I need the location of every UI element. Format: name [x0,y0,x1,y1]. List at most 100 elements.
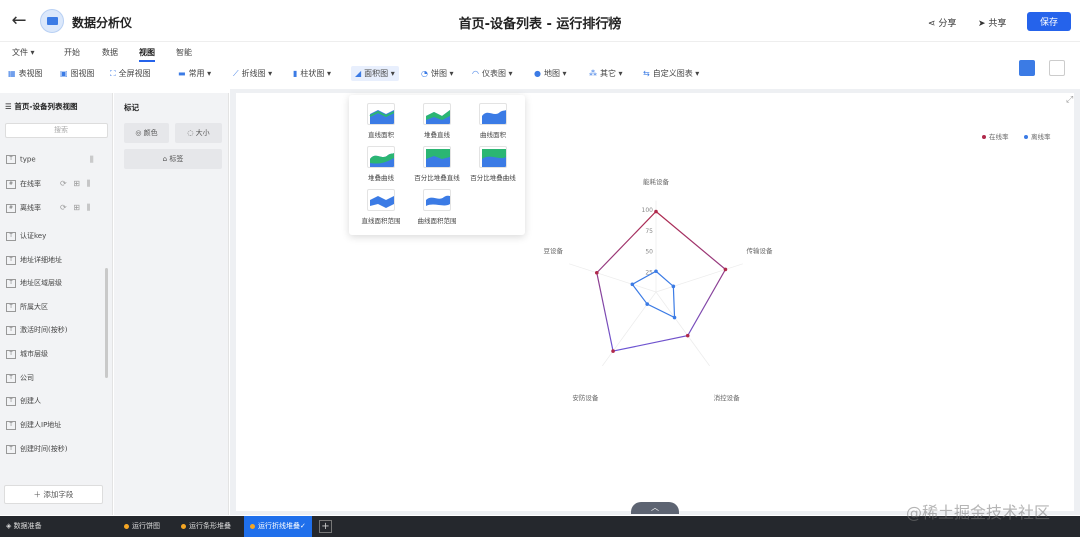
field-item[interactable]: T 创建人 [6,396,41,410]
area-chart-icon: ◢ [355,69,362,78]
fullscreen-view-button[interactable]: ⛶ 全屏视图 [110,68,151,79]
field-item[interactable]: T 公司 [6,373,34,387]
field-item[interactable]: T 激活时间(按秒) [6,325,67,339]
menu-view[interactable]: 视图 [139,47,155,62]
other-icon: ⁂ [589,69,597,78]
menu-data[interactable]: 数据 [102,47,118,58]
pie-chart-button[interactable]: ◔ 饼图 ▾ [421,68,454,79]
single-layout-icon[interactable] [1049,60,1065,76]
size-mark-button[interactable]: ◌ 大小 [175,123,222,143]
save-button[interactable]: 保存 [1027,12,1071,31]
field-item[interactable]: # 在线率 ⟳ ⊞ ⫼ [6,179,90,193]
map-chart-button[interactable]: ● 地图 ▾ [534,68,567,79]
chart-view-button[interactable]: ▣ 图视图 [60,68,95,79]
add-field-button[interactable]: ＋ 添加字段 [4,485,103,504]
share-button[interactable]: ⋖ 分享 [928,16,956,29]
legend-dot [1024,135,1028,139]
menu-start[interactable]: 开始 [64,47,80,58]
watermark: @稀土掘金技术社区 [906,503,1051,522]
bar-chart-button[interactable]: ▮ 柱状图 ▾ [293,68,331,79]
field-search-input[interactable]: 搜索 [5,123,108,138]
field-item[interactable]: T 所属大区 [6,302,48,316]
dropdown-option-percent-stacked-straight[interactable]: 百分比堆叠直线 [409,146,465,182]
label-mark-button[interactable]: ⌂ 标签 [124,149,222,169]
custom-chart-button[interactable]: ⇆ 自定义图表 ▾ [643,68,699,79]
field-item[interactable]: Ttype ⫼ [6,155,94,169]
app-header: ← 数据分析仪 首页-设备列表 - 运行排行榜 ✎ ⋖ 分享 ➤ 共享 保存 [0,0,1080,42]
edit-title-icon[interactable]: ✎ [606,15,615,28]
field-actions-icon[interactable]: ⟳ ⊞ ⫼ [60,179,92,189]
dropdown-option-curve-area[interactable]: 曲线面积 [465,103,521,139]
common-chart-icon: ▬ [178,69,186,78]
sheet-tab[interactable]: 运行饼图 [124,516,160,537]
other-chart-button[interactable]: ⁂ 其它 ▾ [589,68,623,79]
area-chart-button[interactable]: ◢ 面积图 ▾ [351,66,399,81]
pie-chart-icon: ◔ [421,69,428,78]
field-item[interactable]: T 创建人IP地址 [6,420,61,434]
sheet-tab-active[interactable]: 运行折线堆叠✓ [244,516,312,537]
common-chart-button[interactable]: ▬ 常用 ▾ [178,68,211,79]
dropdown-option-curve-range[interactable]: 曲线面积范围 [409,189,465,225]
table-view-button[interactable]: ▦ 表视图 [8,68,43,79]
dropdown-option-straight-area[interactable]: 直线面积 [353,103,409,139]
palette-icon: ◎ [135,129,144,137]
view-toolbar: ▦ 表视图 ▣ 图视图 ⛶ 全屏视图 ▬ 常用 ▾ ⟋ 折线图 ▾ ▮ 柱状图 ▾ ◢ 面积图… [0,64,1080,86]
menu-file[interactable]: 文件 ▾ [12,47,35,58]
chart-view-icon: ▣ [60,69,68,78]
size-icon: ◌ [187,129,196,137]
legend-item-online[interactable]: 在线率 [982,131,1009,141]
area-thumb-icon [367,103,395,125]
map-pin-icon: ● [534,69,541,78]
color-mark-button[interactable]: ◎ 颜色 [124,123,169,143]
field-item[interactable]: T 地址区域层级 [6,278,62,292]
dropdown-option-percent-stacked-curve[interactable]: 百分比堆叠曲线 [465,146,521,182]
area-thumb-icon [423,146,451,168]
field-item[interactable]: T 认证key [6,231,46,245]
sheet-tab[interactable]: 运行条形堆叠 [181,516,231,537]
status-dot [250,523,255,529]
field-item[interactable]: T 创建时间(按秒) [6,444,67,458]
status-dot [124,523,129,529]
field-item[interactable]: T 地址详细地址 [6,255,62,269]
document-title: 首页-设备列表 - 运行排行榜 [458,17,622,32]
legend-dot [982,135,986,139]
add-sheet-button[interactable]: + [319,520,332,533]
custom-chart-icon: ⇆ [643,69,650,78]
line-chart-icon: ⟋ [233,69,239,78]
marks-panel: 标记 ◎ 颜色 ◌ 大小 ⌂ 标签 [114,93,229,515]
layers-icon: ◈ [6,522,14,530]
fields-scrollbar[interactable] [105,268,108,378]
collapse-panel-icon[interactable]: ︿ [631,502,679,514]
data-prep-tab[interactable]: ◈ 数据准备 [6,516,42,537]
fields-panel-title: ☰ 首页-设备列表视图 [5,102,78,111]
dropdown-option-straight-range[interactable]: 直线面积范围 [353,189,409,225]
legend-item-offline[interactable]: 离线率 [1024,131,1051,141]
expand-icon[interactable]: ⤢ [1066,95,1073,105]
area-thumb-icon [479,103,507,125]
field-actions-icon[interactable]: ⫼ [90,155,96,165]
area-thumb-icon [479,146,507,168]
field-item[interactable]: T 城市层级 [6,349,48,363]
status-dot [181,523,186,529]
line-chart-button[interactable]: ⟋ 折线图 ▾ [233,68,272,79]
cowork-button[interactable]: ➤ 共享 [978,16,1006,29]
dropdown-option-stacked-curve[interactable]: 堆叠曲线 [353,146,409,182]
send-icon: ➤ [978,19,989,29]
fullscreen-icon: ⛶ [110,69,116,78]
split-layout-icon[interactable] [1019,60,1035,76]
bar-chart-icon: ▮ [293,69,298,78]
fields-panel: ☰ 首页-设备列表视图 搜索 Ttype ⫼ # 在线率 ⟳ ⊞ ⫼ # 离线率 ⟳ ⊞ … [0,93,113,515]
area-thumb-icon [423,189,451,211]
dropdown-option-stacked-straight[interactable]: 堆叠直线 [409,103,465,139]
marks-title: 标记 [124,103,139,112]
field-item[interactable]: # 离线率 ⟳ ⊞ ⫼ [6,203,90,217]
gauge-icon: ◠ [472,69,479,78]
field-actions-icon[interactable]: ⟳ ⊞ ⫼ [60,203,92,213]
menu-smart[interactable]: 智能 [176,47,192,58]
table-icon: ▦ [8,69,16,78]
area-thumb-icon [367,189,395,211]
gauge-chart-button[interactable]: ◠ 仪表图 ▾ [472,68,513,79]
area-thumb-icon [423,103,451,125]
area-thumb-icon [367,146,395,168]
list-icon: ☰ [5,102,15,111]
